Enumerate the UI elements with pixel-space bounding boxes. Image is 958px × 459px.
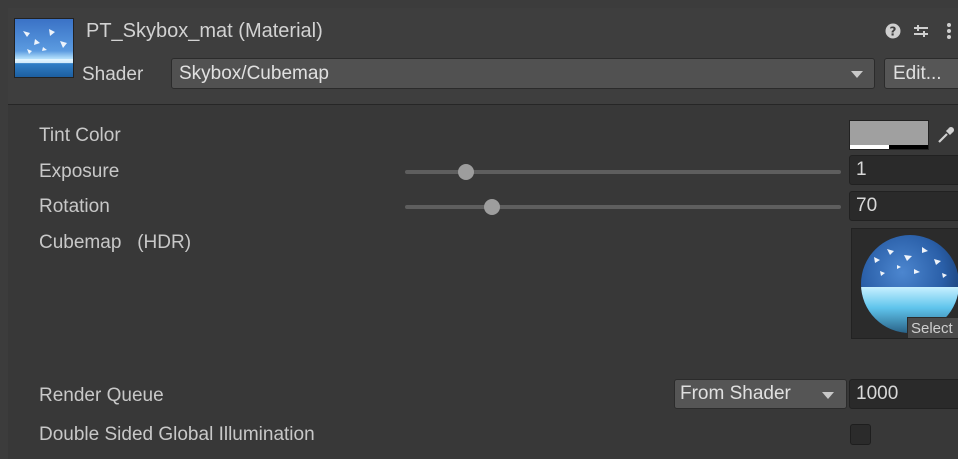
material-title: PT_Skybox_mat (Material) [86, 20, 323, 42]
tint-alpha-white-bar [850, 145, 889, 149]
render-queue-field[interactable]: 1000 [849, 379, 958, 409]
render-queue-mode-dropdown[interactable]: From Shader [674, 379, 847, 409]
help-icon[interactable]: ? [884, 20, 902, 42]
cubemap-select-button[interactable]: Select [907, 317, 958, 338]
skybox-material-icon[interactable] [14, 18, 74, 78]
exposure-field[interactable]: 1 [849, 155, 958, 185]
svg-text:?: ? [890, 25, 897, 39]
cubemap-hdr-label: (HDR) [137, 232, 192, 253]
preset-icon[interactable] [912, 20, 930, 42]
rotation-label: Rotation [39, 196, 110, 217]
chevron-down-icon [851, 71, 863, 78]
header-icons: ? [884, 18, 958, 44]
shader-dropdown[interactable]: Skybox/Cubemap [171, 58, 875, 89]
kebab-menu-icon[interactable] [940, 20, 958, 42]
tint-color-swatch[interactable] [849, 120, 929, 150]
rotation-slider-thumb[interactable] [484, 199, 501, 215]
double-sided-gi-checkbox[interactable] [850, 424, 871, 445]
tint-color-label: Tint Color [39, 125, 121, 146]
shader-label: Shader [82, 64, 144, 85]
exposure-label: Exposure [39, 161, 120, 182]
exposure-slider-thumb[interactable] [458, 164, 475, 180]
render-queue-label: Render Queue [39, 385, 164, 406]
cubemap-label-text: Cubemap [39, 232, 122, 253]
exposure-slider[interactable] [405, 164, 841, 180]
eyedropper-icon[interactable] [934, 122, 958, 148]
render-queue-mode: From Shader [680, 383, 791, 404]
shader-edit-button[interactable]: Edit... [884, 58, 958, 89]
cubemap-texture-slot[interactable]: Select [851, 228, 958, 339]
material-inspector: PT_Skybox_mat (Material) ? Shader Skybox… [8, 8, 958, 459]
tint-alpha-black-bar [889, 145, 928, 149]
rotation-field[interactable]: 70 [849, 191, 958, 221]
material-header: PT_Skybox_mat (Material) ? Shader Skybox… [8, 8, 958, 105]
rotation-slider[interactable] [405, 199, 841, 215]
cubemap-label: Cubemap (HDR) [39, 232, 191, 254]
chevron-down-icon [822, 392, 834, 399]
shader-value: Skybox/Cubemap [179, 63, 329, 84]
double-sided-gi-label: Double Sided Global Illumination [39, 424, 315, 445]
